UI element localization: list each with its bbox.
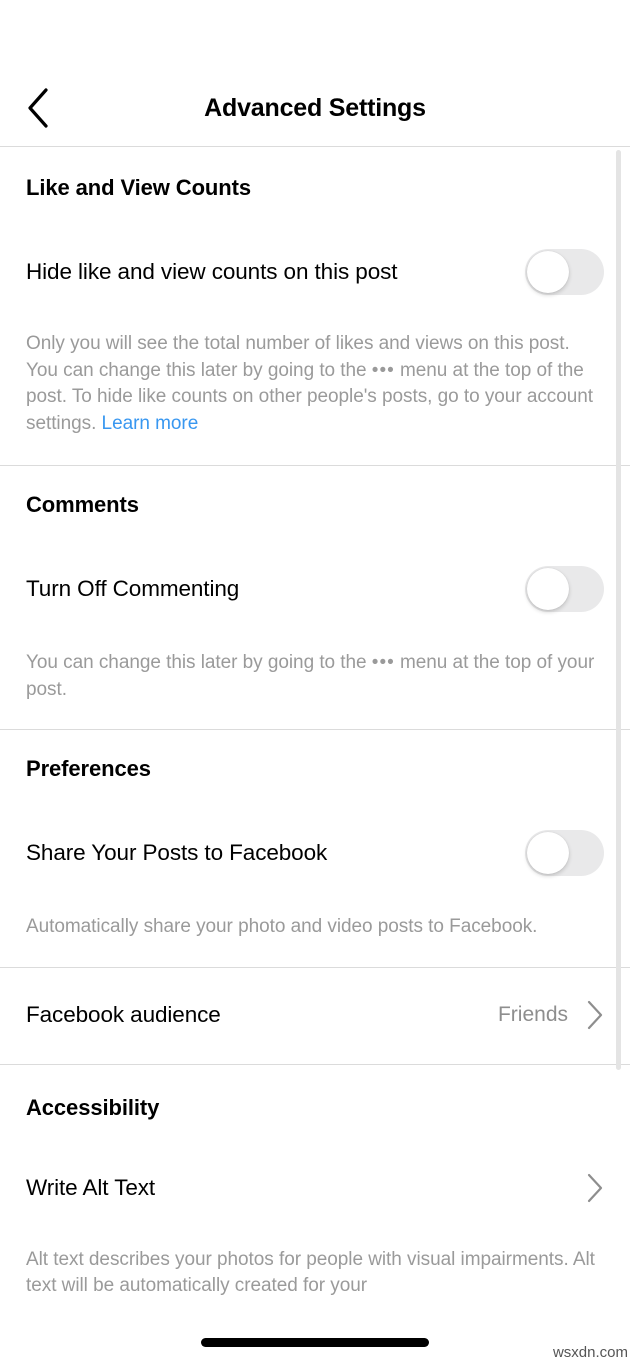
description-hide-like-view-counts: Only you will see the total number of li…: [26, 331, 604, 465]
toggle-knob: [527, 251, 569, 293]
toggle-knob: [527, 832, 569, 874]
advanced-settings-screen: Advanced Settings Like and View Counts H…: [0, 0, 630, 1363]
value-facebook-audience: Friends: [497, 1002, 568, 1026]
ellipsis-menu-icon: •••: [371, 359, 395, 381]
row-turn-off-commenting[interactable]: Turn Off Commenting: [26, 566, 604, 612]
chevron-right-icon: [586, 1000, 604, 1030]
section-facebook-audience: Facebook audience Friends: [0, 967, 630, 1064]
toggle-turn-off-commenting[interactable]: [525, 566, 604, 612]
page-title: Advanced Settings: [204, 93, 426, 122]
description-turn-off-commenting: You can change this later by going to th…: [26, 650, 604, 729]
chevron-right-icon: [586, 1173, 604, 1203]
section-title-accessibility: Accessibility: [26, 1094, 160, 1120]
section-like-and-view-counts: Like and View Counts Hide like and view …: [0, 147, 630, 465]
watermark: wsxdn.com: [552, 1344, 628, 1361]
row-hide-like-view-counts[interactable]: Hide like and view counts on this post: [26, 249, 604, 295]
status-bar: [0, 0, 630, 70]
section-title-comments: Comments: [26, 492, 139, 517]
ellipsis-menu-icon: •••: [371, 652, 395, 673]
row-right-facebook-audience: Friends: [498, 1000, 604, 1030]
nav-header: Advanced Settings: [0, 70, 630, 146]
back-button[interactable]: [16, 86, 60, 130]
description-text-part1: You can change this later by going to th…: [26, 652, 372, 673]
section-preferences: Preferences Share Your Posts to Facebook…: [0, 730, 630, 967]
row-label-hide-like-view-counts: Hide like and view counts on this post: [26, 259, 398, 284]
section-title-preferences: Preferences: [26, 756, 151, 781]
toggle-share-posts-to-facebook[interactable]: [525, 830, 604, 876]
description-share-posts-to-facebook: Automatically share your photo and video…: [26, 916, 538, 937]
learn-more-link[interactable]: Learn more: [102, 413, 199, 434]
row-label-share-posts-to-facebook: Share Your Posts to Facebook: [26, 840, 328, 865]
toggle-hide-like-view-counts[interactable]: [525, 249, 604, 295]
row-facebook-audience[interactable]: Facebook audience Friends: [26, 968, 604, 1064]
description-write-alt-text: Alt text describes your photos for peopl…: [26, 1248, 595, 1297]
row-label-write-alt-text: Write Alt Text: [26, 1174, 156, 1200]
section-accessibility: Accessibility Write Alt Text Alt text de…: [0, 1064, 630, 1300]
row-label-turn-off-commenting: Turn Off Commenting: [26, 576, 240, 601]
toggle-knob: [527, 568, 569, 610]
row-label-facebook-audience: Facebook audience: [26, 1001, 221, 1027]
section-title-like-view-counts: Like and View Counts: [26, 175, 251, 200]
chevron-left-icon: [25, 87, 51, 129]
row-share-posts-to-facebook[interactable]: Share Your Posts to Facebook: [26, 830, 604, 876]
section-comments: Comments Turn Off Commenting You can cha…: [0, 466, 630, 729]
home-indicator: [201, 1338, 429, 1347]
row-write-alt-text[interactable]: Write Alt Text: [26, 1173, 604, 1203]
